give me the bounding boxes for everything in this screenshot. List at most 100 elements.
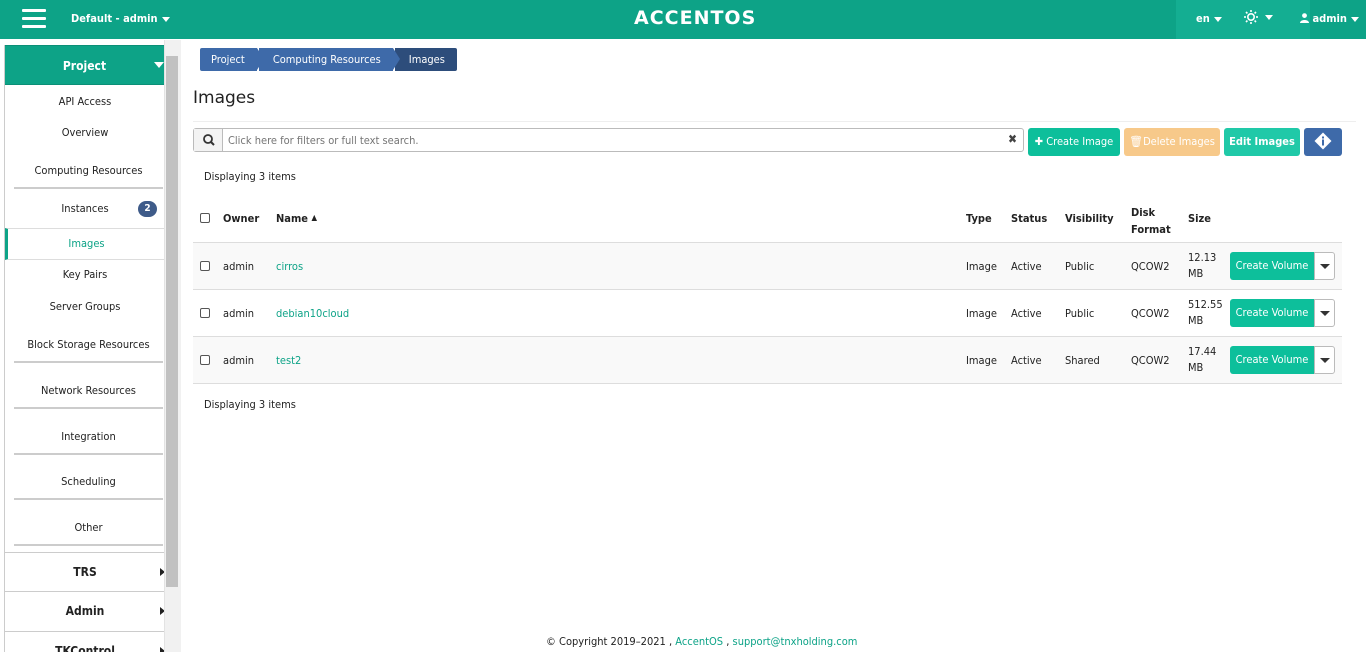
user-label: admin (1312, 12, 1347, 25)
cell-format: QCOW2 (1131, 260, 1170, 273)
caret-down-icon (1320, 358, 1330, 363)
cell-format: QCOW2 (1131, 354, 1170, 367)
create-volume-group: Create Volume (1230, 252, 1335, 280)
sidebar-scrollbar-thumb[interactable] (166, 56, 178, 587)
instances-count-badge: 2 (138, 201, 157, 217)
cell-visibility: Public (1065, 307, 1095, 320)
user-menu[interactable]: admin (1300, 12, 1359, 25)
cell-owner: admin (223, 307, 255, 320)
sidebar-group-scheduling[interactable]: Scheduling (14, 475, 163, 500)
sidebar-item-overview[interactable]: Overview (5, 126, 164, 139)
column-header-visibility[interactable]: Visibility (1065, 212, 1114, 225)
row-actions-dropdown[interactable] (1314, 299, 1335, 327)
cell-visibility: Public (1065, 260, 1095, 273)
theme-selector[interactable] (1244, 10, 1273, 24)
cell-status: Active (1011, 260, 1042, 273)
column-header-label: Name (276, 212, 308, 225)
caret-down-icon (154, 62, 164, 68)
language-selector[interactable]: en (1196, 12, 1222, 25)
sidebar-item-images[interactable]: Images (5, 228, 164, 260)
cell-status: Active (1011, 354, 1042, 367)
column-header-label: Disk (1131, 206, 1156, 219)
sidebar-section-tkcontrol[interactable]: TKControl (5, 631, 164, 652)
create-volume-button[interactable]: Create Volume (1230, 252, 1314, 280)
sidebar-group-block-storage[interactable]: Block Storage Resources (14, 338, 163, 363)
sidebar-project-label: Project (62, 59, 107, 73)
create-image-label: Create Image (1046, 135, 1114, 148)
column-header-status[interactable]: Status (1011, 212, 1047, 225)
size-value: 512.55 (1188, 298, 1223, 311)
user-icon (1300, 13, 1309, 23)
breadcrumb-project[interactable]: Project (200, 48, 264, 71)
create-volume-group: Create Volume (1230, 299, 1335, 327)
sidebar-group-label: Computing Resources (34, 164, 143, 177)
row-actions-dropdown[interactable] (1314, 346, 1335, 374)
table-row: admin cirros Image Active Public QCOW2 1… (193, 242, 1342, 289)
sidebar-group-other[interactable]: Other (14, 521, 163, 546)
cell-visibility: Shared (1065, 354, 1100, 367)
column-header-type[interactable]: Type (966, 212, 992, 225)
sidebar-item-api-access[interactable]: API Access (5, 95, 164, 108)
row-checkbox[interactable] (200, 308, 210, 318)
table-bottom-border (193, 383, 1342, 384)
sidebar-item-label: Instances (61, 202, 109, 215)
chevron-down-icon (1213, 16, 1222, 22)
cell-status: Active (1011, 307, 1042, 320)
create-volume-button[interactable]: Create Volume (1230, 299, 1314, 327)
sidebar-group-integration[interactable]: Integration (14, 430, 163, 455)
sidebar-section-trs[interactable]: TRS (5, 552, 164, 590)
footer-email-link[interactable]: support@tnxholding.com (733, 635, 858, 648)
cell-type: Image (966, 354, 997, 367)
sidebar-group-network-resources[interactable]: Network Resources (14, 384, 163, 409)
top-navbar: Default - admin ACCENTOS en admin (0, 0, 1366, 39)
cell-owner: admin (223, 260, 255, 273)
breadcrumb-images[interactable]: Images (394, 48, 457, 71)
create-volume-button[interactable]: Create Volume (1230, 346, 1314, 374)
select-all-checkbox[interactable] (200, 213, 210, 223)
footer-brand-link[interactable]: AccentOS (675, 635, 723, 648)
language-label: en (1196, 12, 1210, 25)
image-name-link[interactable]: debian10cloud (276, 307, 349, 320)
sidebar-group-label: Block Storage Resources (27, 338, 150, 351)
page-title: Images (193, 88, 256, 108)
sun-icon (1244, 10, 1258, 24)
sidebar-section-label: Admin (65, 604, 105, 618)
clear-search-icon[interactable]: ✖ (1008, 132, 1017, 146)
sidebar-section-admin[interactable]: Admin (5, 591, 164, 629)
column-header-disk-format[interactable]: Disk Format (1131, 204, 1171, 238)
create-image-button[interactable]: ✚ Create Image (1028, 128, 1120, 156)
caret-down-icon (1320, 264, 1330, 269)
plus-icon: ✚ (1034, 135, 1044, 148)
chevron-down-icon (1265, 14, 1273, 20)
row-actions-dropdown[interactable] (1314, 252, 1335, 280)
sidebar-group-computing-resources[interactable]: Computing Resources (14, 164, 163, 189)
sidebar-item-server-groups[interactable]: Server Groups (5, 300, 164, 313)
breadcrumb: Project Computing Resources Images (200, 48, 459, 71)
sidebar: Project API Access Overview Computing Re… (4, 45, 164, 652)
row-checkbox[interactable] (200, 261, 210, 271)
chevron-down-icon (161, 16, 170, 22)
search-input[interactable] (228, 132, 988, 148)
sidebar-item-key-pairs[interactable]: Key Pairs (5, 268, 164, 281)
row-checkbox[interactable] (200, 355, 210, 365)
create-volume-group: Create Volume (1230, 346, 1335, 374)
sidebar-project-header[interactable]: Project (5, 45, 164, 85)
table-row: admin debian10cloud Image Active Public … (193, 289, 1342, 336)
column-header-name[interactable]: Name ▲ (276, 212, 317, 225)
column-header-owner[interactable]: Owner (223, 212, 259, 225)
image-name-link[interactable]: cirros (276, 260, 303, 273)
cell-format: QCOW2 (1131, 307, 1170, 320)
cell-size: 17.44 MB (1188, 344, 1216, 376)
sidebar-item-instances[interactable]: Instances 2 (5, 201, 164, 217)
breadcrumb-computing-resources[interactable]: Computing Resources (258, 48, 400, 71)
image-name-link[interactable]: test2 (276, 354, 301, 367)
footer: © Copyright 2019–2021 , AccentOS , suppo… (546, 635, 857, 648)
search-icon[interactable] (194, 129, 223, 151)
info-button[interactable] (1304, 128, 1342, 156)
delete-images-button[interactable]: 🗑Delete Images (1124, 128, 1220, 156)
project-selector[interactable]: Default - admin (71, 12, 170, 25)
edit-images-button[interactable]: Edit Images (1224, 128, 1300, 156)
footer-copyright: © Copyright 2019–2021 , (546, 635, 673, 648)
menu-toggle-icon[interactable] (22, 9, 46, 29)
column-header-size[interactable]: Size (1188, 212, 1211, 225)
